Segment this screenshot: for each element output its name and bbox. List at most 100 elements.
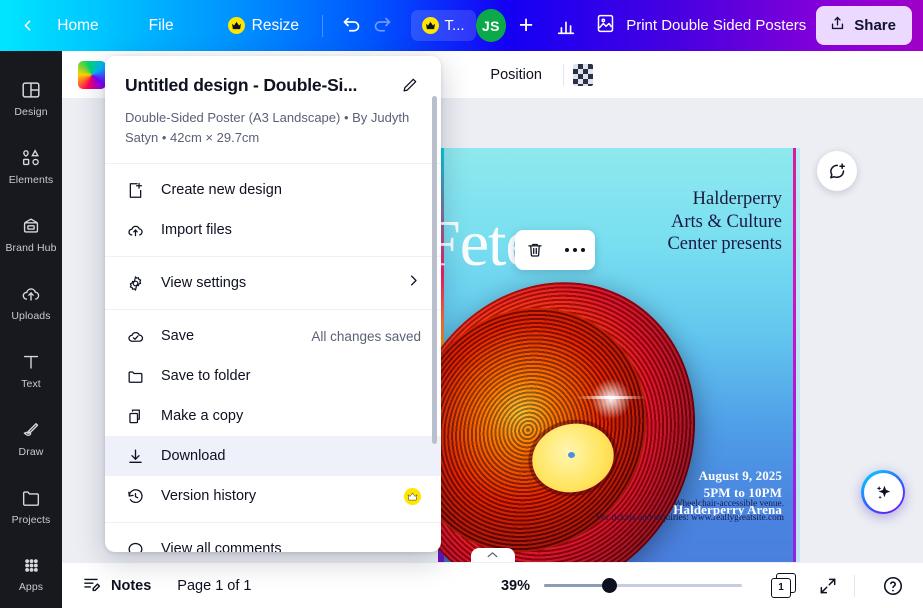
- comment-icon: [125, 540, 146, 552]
- menu-item-version-history[interactable]: Version history: [105, 476, 441, 516]
- image-placeholder-icon: [595, 13, 616, 39]
- poster-heading[interactable]: Halderperry Arts & Culture Center presen…: [667, 188, 782, 256]
- menu-item-label: View settings: [161, 275, 247, 292]
- file-menu-group-comments: View all comments: [105, 523, 441, 552]
- sidebar-item-uploads[interactable]: Uploads: [0, 269, 62, 337]
- crown-icon: [421, 17, 439, 34]
- context-divider: [563, 63, 564, 86]
- delete-element-button[interactable]: [520, 235, 550, 265]
- menu-item-download[interactable]: Download: [105, 436, 441, 477]
- menu-item-import-files[interactable]: Import files: [105, 210, 441, 250]
- file-menu-group-file-actions: Save All changes saved Save to folder Ma…: [105, 310, 441, 524]
- help-button[interactable]: [877, 570, 909, 602]
- position-button[interactable]: Position: [478, 60, 554, 90]
- left-sidebar: Design Elements Brand Hub Uploads Text D…: [0, 51, 62, 608]
- pro-trial-button[interactable]: T...: [410, 10, 476, 41]
- sidebar-item-label: Elements: [8, 174, 54, 187]
- resize-button[interactable]: Resize: [218, 10, 309, 42]
- poster-selection-edge: [793, 148, 796, 562]
- magic-studio-button[interactable]: [861, 470, 905, 514]
- pro-trial-label: T...: [444, 17, 465, 34]
- sidebar-item-label: Uploads: [11, 310, 51, 323]
- poster-design[interactable]: Fete Halderperry Arts & Culture Center p…: [438, 148, 800, 562]
- file-menu-clipped-row: View all comments: [105, 529, 441, 552]
- bottom-toolbar: Notes Page 1 of 1 39% 1: [62, 562, 923, 608]
- file-menu-subtitle: Double-Sided Poster (A3 Landscape) • By …: [125, 110, 410, 146]
- sidebar-item-label: Draw: [18, 445, 44, 458]
- more-horizontal-icon: [564, 247, 586, 253]
- menu-item-label: Version history: [161, 488, 257, 505]
- poster-heading-line3: Center presents: [667, 234, 782, 255]
- home-button[interactable]: Home: [45, 10, 110, 42]
- document-title-button[interactable]: Print Double Sided Posters: [585, 7, 816, 45]
- undo-button[interactable]: [336, 9, 367, 43]
- file-menu-button[interactable]: File: [137, 10, 186, 42]
- file-menu-header: Untitled design - Double-Si... Double-Si…: [105, 56, 441, 165]
- sidebar-item-design[interactable]: Design: [0, 65, 62, 133]
- menu-item-label: Save to folder: [161, 368, 251, 385]
- poster-footer[interactable]: Wheelchair-accessible venue. For tickets…: [596, 498, 784, 526]
- pencil-icon[interactable]: [397, 73, 421, 97]
- menu-item-make-a-copy[interactable]: Make a copy: [105, 396, 441, 436]
- menu-item-label: Download: [161, 448, 226, 465]
- zoom-slider-handle[interactable]: [602, 578, 617, 593]
- menu-item-view-settings[interactable]: View settings: [105, 263, 441, 303]
- pages-grid-icon: 1: [771, 572, 797, 599]
- sidebar-item-label: Design: [14, 106, 48, 119]
- copy-icon: [125, 407, 146, 426]
- top-toolbar: Home File Resize T... JS + Print Double …: [0, 0, 923, 51]
- cloud-import-icon: [125, 221, 146, 240]
- file-menu-scrollbar[interactable]: [432, 96, 437, 444]
- chevron-right-icon: [406, 273, 421, 293]
- bottombar-divider: [854, 574, 855, 597]
- save-status-text: All changes saved: [311, 328, 421, 344]
- menu-item-save-to-folder[interactable]: Save to folder: [105, 356, 441, 396]
- share-upload-icon: [829, 15, 846, 36]
- menu-item-label: Import files: [161, 222, 232, 239]
- zoom-level-label[interactable]: 39%: [501, 578, 530, 594]
- sidebar-item-projects[interactable]: Projects: [0, 472, 62, 540]
- design-thumbnail-icon[interactable]: [78, 60, 106, 89]
- lens-flare-icon: [576, 376, 646, 422]
- page-collapse-button[interactable]: [470, 548, 515, 562]
- avatar[interactable]: JS: [475, 9, 507, 42]
- redo-button[interactable]: [367, 9, 398, 43]
- sidebar-item-text[interactable]: Text: [0, 337, 62, 405]
- menu-item-label: Make a copy: [161, 408, 244, 425]
- page-manager-button[interactable]: 1: [768, 570, 800, 602]
- invite-collaborator-button[interactable]: +: [512, 11, 540, 41]
- resize-label: Resize: [251, 16, 300, 34]
- checkerboard-transparency-icon[interactable]: [573, 63, 593, 86]
- document-title: Print Double Sided Posters: [626, 17, 807, 34]
- sidebar-item-draw[interactable]: Draw: [0, 404, 62, 472]
- notes-label: Notes: [111, 577, 152, 594]
- history-clock-icon: [125, 487, 146, 506]
- toolbar-divider-1: [322, 14, 323, 37]
- element-floating-toolbar: [515, 230, 595, 270]
- sidebar-item-elements[interactable]: Elements: [0, 133, 62, 201]
- sidebar-item-apps[interactable]: Apps: [0, 540, 62, 608]
- menu-item-label: View all comments: [161, 541, 282, 552]
- share-button[interactable]: Share: [816, 6, 912, 45]
- canva-editor-window: Home File Resize T... JS + Print Double …: [0, 0, 923, 608]
- share-label: Share: [854, 17, 896, 34]
- poster-heading-line2: Arts & Culture: [671, 211, 782, 232]
- gear-icon: [125, 274, 146, 293]
- file-menu-title: Untitled design - Double-Si...: [125, 74, 358, 95]
- add-comment-button[interactable]: [817, 151, 857, 191]
- fullscreen-button[interactable]: [812, 570, 844, 602]
- file-menu-dropdown: Untitled design - Double-Si... Double-Si…: [105, 56, 441, 552]
- menu-item-view-all-comments[interactable]: View all comments: [105, 529, 441, 552]
- menu-item-create-new-design[interactable]: Create new design: [105, 170, 441, 210]
- back-button[interactable]: [12, 17, 43, 34]
- page-count-badge: 1: [771, 577, 791, 598]
- magic-sparkle-icon: [863, 472, 903, 512]
- zoom-slider[interactable]: [544, 577, 742, 595]
- page-indicator[interactable]: Page 1 of 1: [177, 578, 251, 594]
- zoom-slider-fill: [544, 584, 610, 587]
- insights-button[interactable]: [550, 9, 581, 43]
- more-options-button[interactable]: [560, 235, 590, 265]
- menu-item-save[interactable]: Save All changes saved: [105, 316, 441, 356]
- sidebar-item-brand-hub[interactable]: Brand Hub: [0, 201, 62, 269]
- notes-button[interactable]: Notes: [82, 574, 151, 598]
